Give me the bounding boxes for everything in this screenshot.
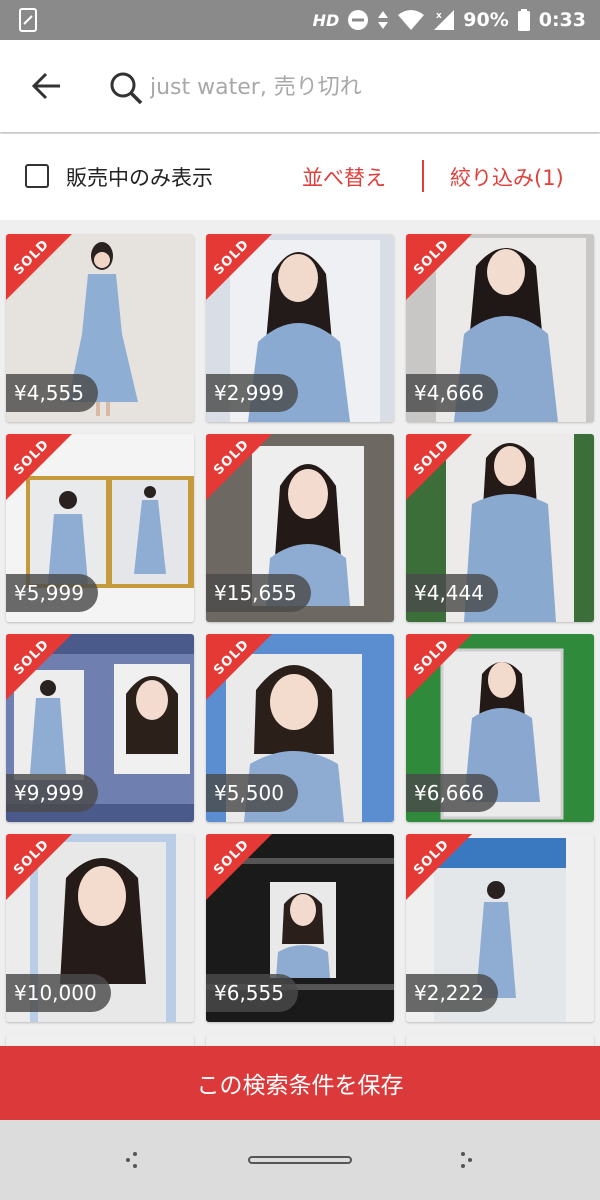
back-arrow-icon[interactable] <box>26 64 70 108</box>
wifi-icon <box>398 10 425 30</box>
price-tag: ¥5,500 <box>206 774 298 812</box>
clock: 0:33 <box>538 9 586 31</box>
nav-home-pill[interactable] <box>248 1156 352 1164</box>
price-tag: ¥6,666 <box>406 774 498 812</box>
product-card[interactable]: SOLD ¥9,999 <box>6 634 194 822</box>
system-nav-bar <box>0 1120 600 1200</box>
sort-button[interactable]: 並べ替え <box>302 162 386 192</box>
product-card[interactable]: SOLD ¥10,000 <box>6 834 194 1022</box>
product-card[interactable]: SOLD ¥4,444 <box>406 434 594 622</box>
product-grid: SOLD ¥4,555 SOLD ¥2,999 SOLD ¥4,666 SOLD… <box>0 220 600 1050</box>
battery-icon <box>517 9 530 31</box>
svg-text:x: x <box>436 11 442 21</box>
phone-icon <box>19 8 37 32</box>
product-card[interactable]: SOLD ¥2,999 <box>206 234 394 422</box>
search-icon <box>110 72 143 105</box>
price-tag: ¥2,999 <box>206 374 298 412</box>
filter-bar: 販売中のみ表示 並べ替え 絞り込み(1) <box>0 134 600 220</box>
on-sale-only-checkbox[interactable] <box>25 164 49 188</box>
status-bar: HD x 90% 0:33 <box>0 0 600 40</box>
product-card[interactable]: SOLD ¥5,500 <box>206 634 394 822</box>
product-card[interactable]: SOLD ¥4,555 <box>6 234 194 422</box>
price-tag: ¥5,999 <box>6 574 98 612</box>
save-search-button[interactable]: この検索条件を保存 <box>0 1046 600 1120</box>
price-tag: ¥4,444 <box>406 574 498 612</box>
price-tag: ¥15,655 <box>206 574 311 612</box>
product-card[interactable]: SOLD ¥5,999 <box>6 434 194 622</box>
nav-recents-dots-icon[interactable] <box>456 1150 476 1170</box>
search-input[interactable] <box>148 66 572 108</box>
filter-divider <box>422 160 424 192</box>
battery-percent: 90% <box>463 9 509 31</box>
product-card[interactable]: SOLD ¥4,666 <box>406 234 594 422</box>
price-tag: ¥2,222 <box>406 974 498 1012</box>
nav-back-dots-icon[interactable] <box>122 1150 142 1170</box>
product-card[interactable]: SOLD ¥2,222 <box>406 834 594 1022</box>
hd-indicator: HD <box>312 10 340 30</box>
product-card[interactable]: SOLD ¥6,555 <box>206 834 394 1022</box>
product-card[interactable]: SOLD ¥6,666 <box>406 634 594 822</box>
search-header <box>0 40 600 132</box>
product-card[interactable]: SOLD ¥15,655 <box>206 434 394 622</box>
price-tag: ¥9,999 <box>6 774 98 812</box>
on-sale-only-label[interactable]: 販売中のみ表示 <box>66 162 213 192</box>
data-arrows-icon <box>378 11 389 29</box>
price-tag: ¥6,555 <box>206 974 298 1012</box>
price-tag: ¥4,666 <box>406 374 498 412</box>
signal-icon: x <box>434 10 455 30</box>
filter-button[interactable]: 絞り込み(1) <box>450 162 564 192</box>
do-not-disturb-icon <box>348 10 369 30</box>
price-tag: ¥4,555 <box>6 374 98 412</box>
price-tag: ¥10,000 <box>6 974 111 1012</box>
